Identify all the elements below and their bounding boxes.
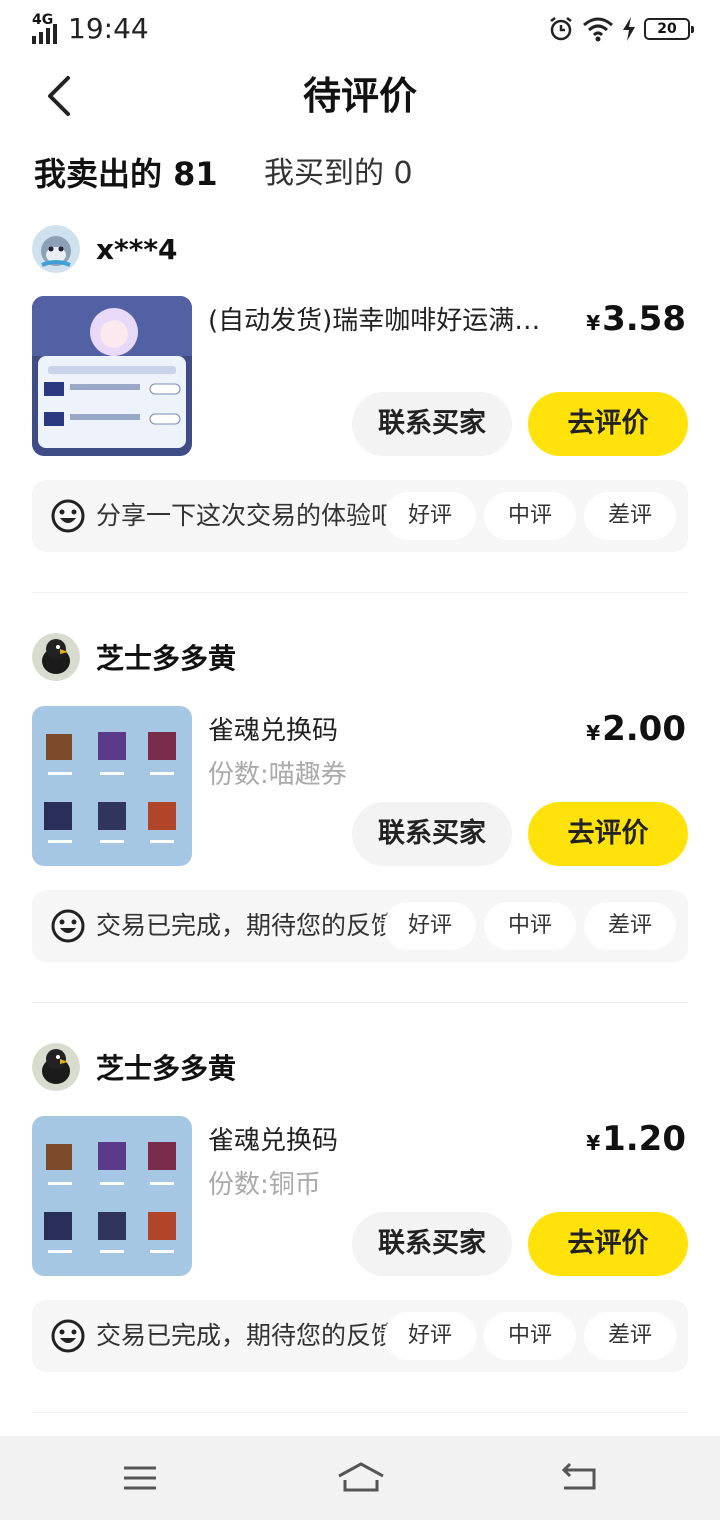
contact-buyer-button[interactable]: 联系买家 — [352, 802, 512, 866]
feedback-prompt: 分享一下这次交易的体验吧 — [96, 501, 388, 530]
currency-symbol: ¥ — [586, 1131, 601, 1155]
battery-icon: 20 — [644, 18, 694, 40]
price-value: 1.20 — [602, 1119, 686, 1159]
buyer-row[interactable]: 芝士多多黄 — [32, 632, 236, 682]
good-rating-button[interactable]: 好评 — [384, 902, 476, 950]
status-right: 20 — [548, 14, 694, 44]
neutral-rating-button[interactable]: 中评 — [484, 1312, 576, 1360]
order-card: 芝士多多黄 雀魂兑换码 份数:铜币 ¥1.20 联系买家 去评价 交易已完成，期… — [0, 1002, 720, 1412]
bad-rating-button[interactable]: 差评 — [584, 902, 676, 950]
clock: 19:44 — [68, 12, 149, 45]
buyer-row[interactable]: 芝士多多黄 — [32, 1042, 236, 1092]
system-nav-bar — [0, 1436, 720, 1520]
alarm-icon — [550, 17, 572, 41]
avatar[interactable] — [32, 225, 80, 273]
smile-face-icon — [51, 1319, 85, 1353]
product-title[interactable]: 雀魂兑换码 — [208, 712, 568, 750]
price: ¥3.58 — [586, 296, 686, 346]
menu-icon[interactable] — [118, 1458, 162, 1498]
price: ¥1.20 — [586, 1116, 686, 1166]
price: ¥2.00 — [586, 706, 686, 756]
avatar[interactable] — [32, 633, 80, 681]
good-rating-button[interactable]: 好评 — [384, 1312, 476, 1360]
home-icon[interactable] — [336, 1458, 386, 1498]
neutral-rating-button[interactable]: 中评 — [484, 902, 576, 950]
currency-symbol: ¥ — [586, 311, 601, 335]
page-title: 待评价 — [302, 74, 417, 118]
tab-sold[interactable]: 我卖出的 81 — [32, 152, 222, 196]
divider — [32, 592, 688, 593]
feedback-prompt: 交易已完成，期待您的反馈 — [96, 911, 388, 940]
wifi-icon — [583, 17, 613, 42]
feedback-bar: 交易已完成，期待您的反馈 好评 中评 差评 — [32, 1300, 688, 1372]
network-type: 4G — [32, 12, 54, 28]
product-image[interactable] — [32, 296, 192, 456]
contact-buyer-button[interactable]: 联系买家 — [352, 392, 512, 456]
buyer-name: 芝士多多黄 — [96, 1052, 237, 1085]
product-spec: 份数:喵趣券 — [208, 760, 347, 790]
contact-buyer-button[interactable]: 联系买家 — [352, 1212, 512, 1276]
currency-symbol: ¥ — [586, 721, 601, 745]
bad-rating-button[interactable]: 差评 — [584, 492, 676, 540]
good-rating-button[interactable]: 好评 — [384, 492, 476, 540]
feedback-prompt: 交易已完成，期待您的反馈 — [96, 1321, 388, 1350]
product-image[interactable] — [32, 706, 192, 866]
review-button[interactable]: 去评价 — [528, 392, 688, 456]
review-button[interactable]: 去评价 — [528, 802, 688, 866]
buyer-name: 芝士多多黄 — [96, 642, 237, 675]
charging-icon — [623, 17, 635, 41]
buyer-name: x***4 — [96, 232, 178, 266]
status-bar: 4G 19:44 20 — [0, 0, 720, 56]
buyer-row[interactable]: x***4 — [32, 224, 177, 274]
price-value: 3.58 — [602, 299, 686, 339]
order-card: x***4 (自动发货)瑞幸咖啡好运满… ¥3.58 联系买家 去评价 分享一下… — [0, 210, 720, 620]
price-value: 2.00 — [602, 709, 686, 749]
tab-sold-label: 我卖出的 81 — [34, 155, 218, 193]
product-title[interactable]: 雀魂兑换码 — [208, 1122, 568, 1160]
divider — [32, 1412, 688, 1413]
divider — [32, 1002, 688, 1003]
neutral-rating-button[interactable]: 中评 — [484, 492, 576, 540]
smile-face-icon — [51, 499, 85, 533]
product-title[interactable]: (自动发货)瑞幸咖啡好运满… — [208, 302, 568, 340]
order-card: 芝士多多黄 雀魂兑换码 份数:喵趣券 ¥2.00 联系买家 去评价 交易已完成，… — [0, 592, 720, 1002]
feedback-bar: 分享一下这次交易的体验吧 好评 中评 差评 — [32, 480, 688, 552]
product-image[interactable] — [32, 1116, 192, 1276]
smile-face-icon — [51, 909, 85, 943]
product-spec: 份数:铜币 — [208, 1170, 321, 1200]
tab-bought[interactable]: 我买到的 0 — [264, 152, 413, 196]
review-button[interactable]: 去评价 — [528, 1212, 688, 1276]
feedback-bar: 交易已完成，期待您的反馈 好评 中评 差评 — [32, 890, 688, 962]
bad-rating-button[interactable]: 差评 — [584, 1312, 676, 1360]
return-icon[interactable] — [556, 1458, 600, 1498]
avatar[interactable] — [32, 1043, 80, 1091]
